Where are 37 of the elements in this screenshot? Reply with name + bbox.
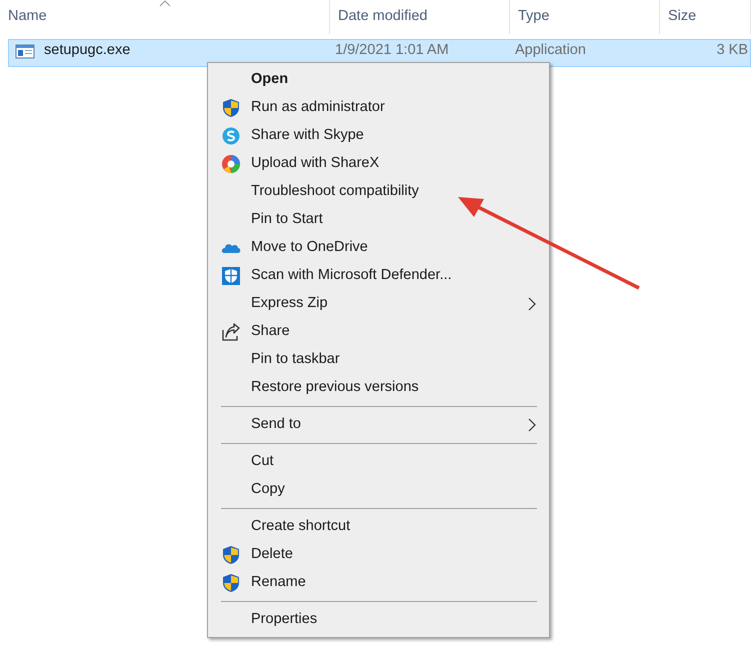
shield-icon — [221, 545, 241, 565]
column-header[interactable]: Date modified — [330, 0, 510, 34]
date-cell-text: 1/9/2021 1:01 AM — [335, 41, 450, 60]
sort-caret-icon — [158, 0, 170, 7]
column-header[interactable]: Name — [0, 0, 330, 34]
menu-item[interactable]: Delete — [210, 541, 547, 569]
shield-icon — [221, 98, 241, 118]
menu-item[interactable]: Create shortcut — [210, 513, 547, 541]
menu-item[interactable]: Restore previous versions — [210, 374, 547, 402]
column-header[interactable]: Size — [660, 0, 751, 34]
menu-item[interactable]: Open — [210, 66, 547, 94]
menu-item[interactable]: Troubleshoot compatibility — [210, 178, 547, 206]
menu-item[interactable]: Properties — [210, 606, 547, 634]
menu-item[interactable]: Copy — [210, 476, 547, 504]
type-cell-text: Application — [515, 41, 587, 60]
menu-item[interactable]: Scan with Microsoft Defender... — [210, 262, 547, 290]
sharex-icon — [221, 154, 241, 174]
menu-item[interactable]: Send to — [210, 411, 547, 439]
size-cell-text: 3 KB — [716, 41, 748, 60]
column-header[interactable]: Type — [510, 0, 660, 34]
menu-item[interactable]: Express Zip — [210, 290, 547, 318]
shield-icon — [221, 573, 241, 593]
application-icon — [15, 43, 35, 59]
menu-item[interactable]: Pin to Start — [210, 206, 547, 234]
menu-item[interactable]: Pin to taskbar — [210, 346, 547, 374]
s-logo-icon — [221, 126, 241, 146]
file-name: setupugc.exe — [44, 41, 132, 60]
menu-item[interactable]: Rename — [210, 569, 547, 597]
menu-item[interactable]: Share with Skype — [210, 122, 547, 150]
defender-shield-icon — [221, 266, 241, 286]
file-row[interactable]: setupugc.exe 1/9/2021 1:01 AM Application 3 KB — [8, 39, 751, 67]
menu-item[interactable]: Share — [210, 318, 547, 346]
share-icon — [221, 322, 241, 342]
menu-item[interactable]: Cut — [210, 448, 547, 476]
menu-item[interactable]: Upload with ShareX — [210, 150, 547, 178]
menu-item[interactable]: Move to OneDrive — [210, 234, 547, 262]
menu-item[interactable]: Run as administrator — [210, 94, 547, 122]
